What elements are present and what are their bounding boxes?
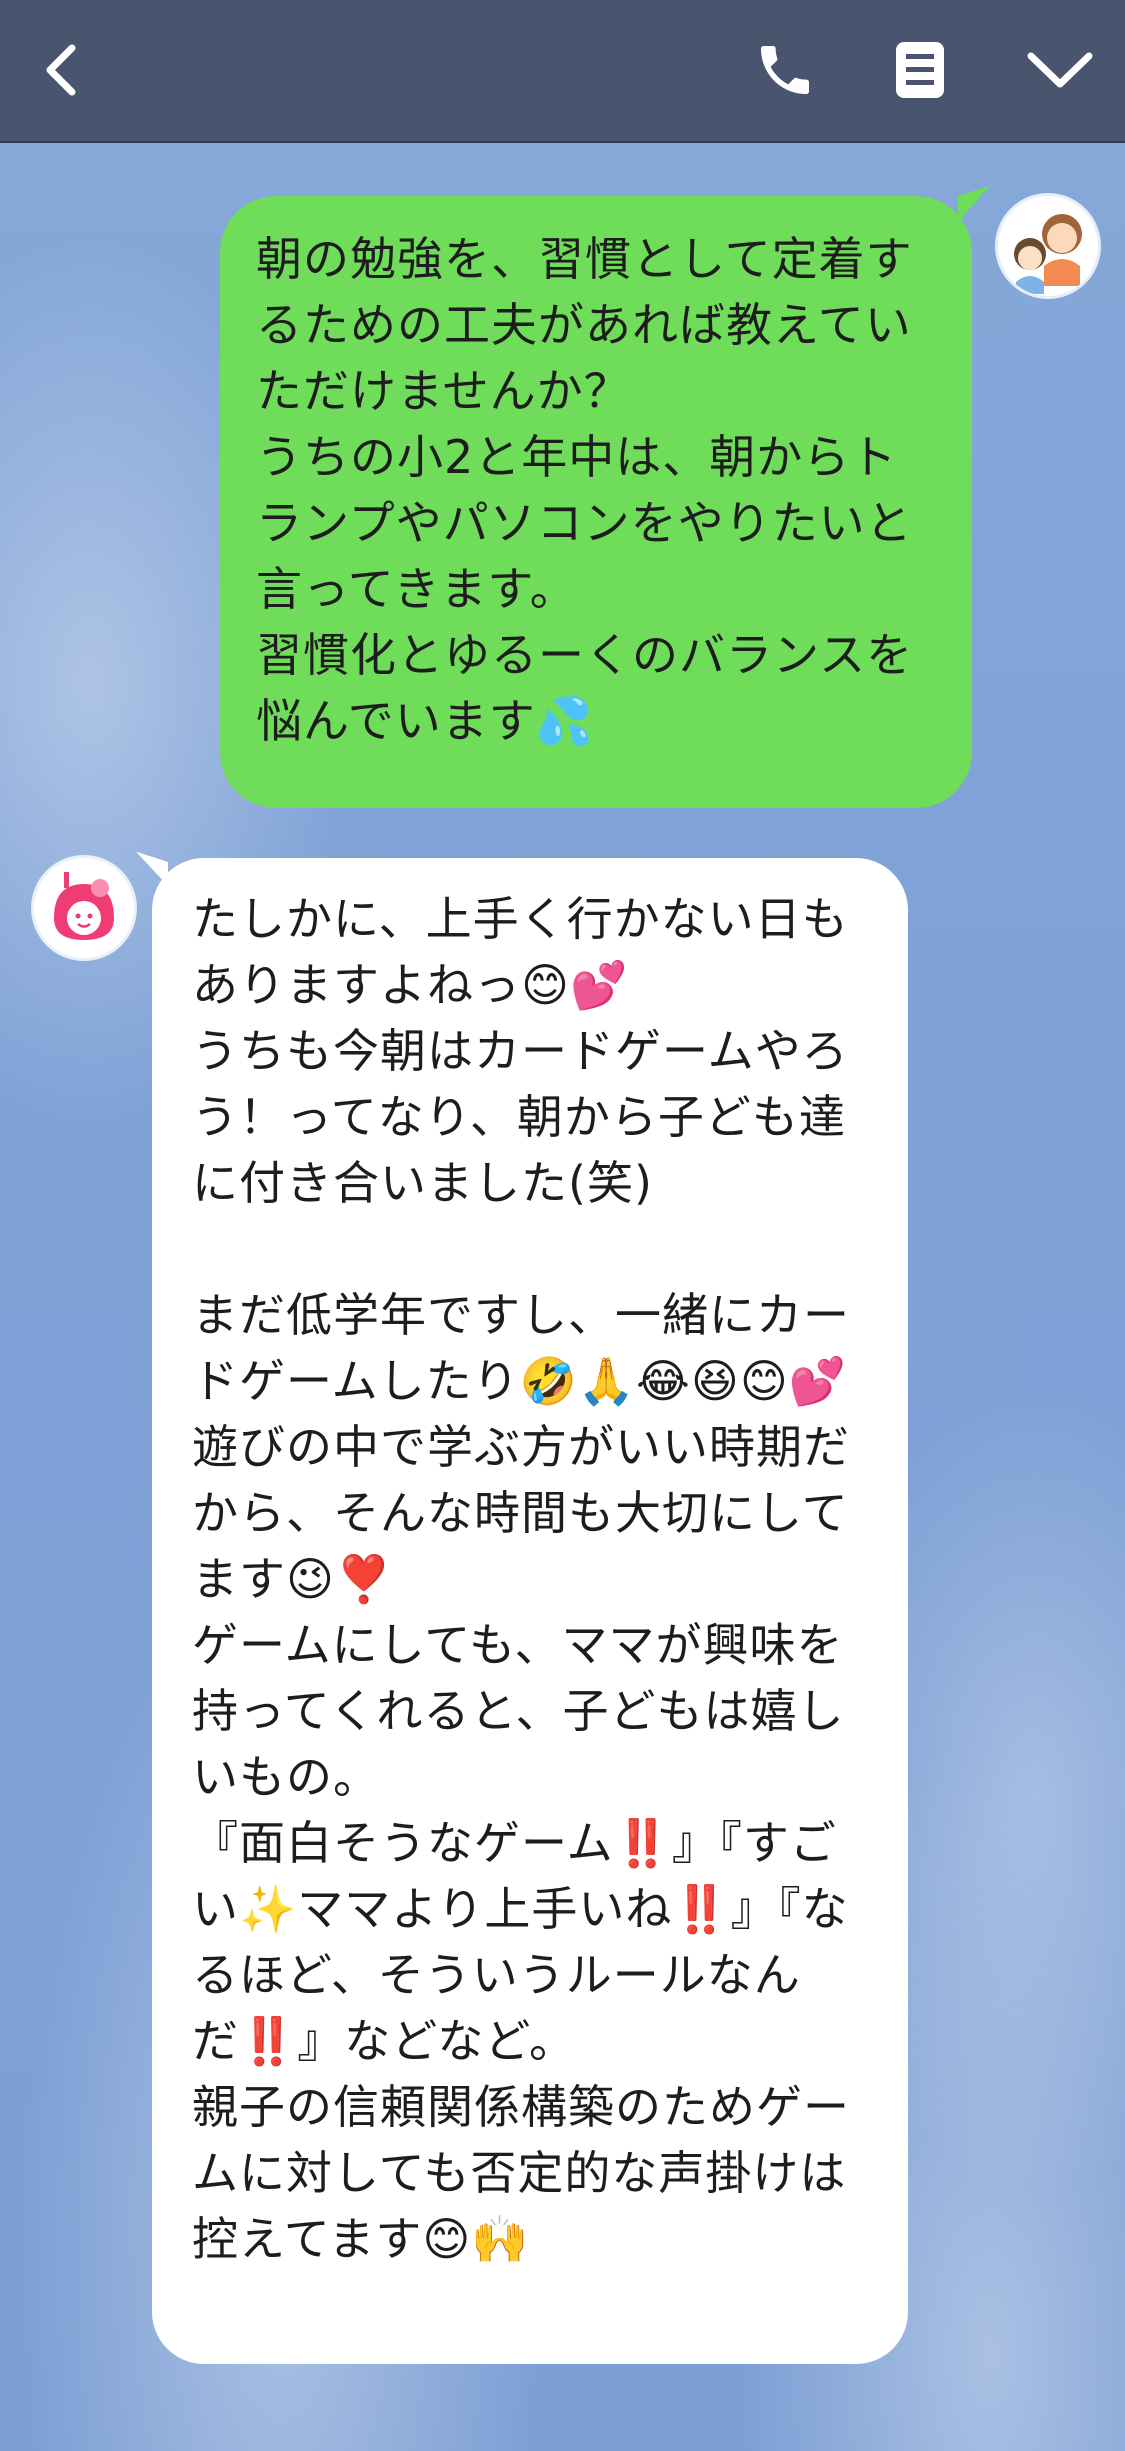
pink-mom-icon-avatar-icon — [34, 858, 134, 958]
chevron-left-icon — [38, 40, 82, 104]
my-avatar[interactable] — [998, 196, 1098, 296]
contact-avatar[interactable] — [34, 858, 134, 958]
phone-icon — [753, 38, 817, 106]
call-button[interactable] — [740, 0, 830, 143]
chat-header — [0, 0, 1125, 143]
outgoing-message-bubble[interactable]: 朝の勉強を、習慣として定着するための工夫があれば教えていただけませんか？ うちの… — [220, 196, 972, 808]
notes-icon — [893, 39, 947, 105]
menu-button[interactable] — [1005, 0, 1115, 143]
chevron-down-icon — [1025, 48, 1095, 96]
notes-button[interactable] — [875, 0, 965, 143]
back-button[interactable] — [20, 0, 100, 143]
mother-and-child-avatar-icon — [998, 196, 1098, 296]
incoming-message-bubble[interactable]: たしかに、上手く行かない日もありますよねっ😊💕 うちも今朝はカードゲームやろう！… — [152, 858, 908, 2364]
